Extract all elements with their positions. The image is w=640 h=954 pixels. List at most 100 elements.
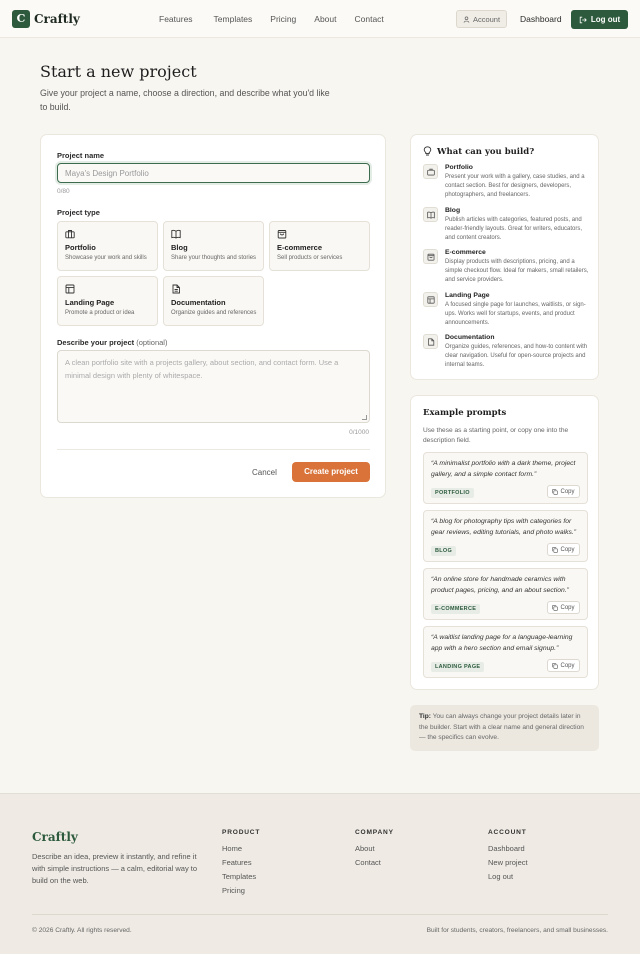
description-counter: 0/1000: [349, 429, 369, 436]
build-item-name: Blog: [445, 207, 461, 214]
page-title: Start a new project: [40, 62, 197, 81]
form-divider: [57, 449, 370, 450]
copy-button[interactable]: Copy: [547, 659, 580, 672]
footer-tagline: Built for students, creators, freelancer…: [426, 927, 608, 934]
footer-link-home[interactable]: Home: [222, 844, 260, 858]
type-option-ecommerce[interactable]: E-commerce Sell products or services: [269, 221, 370, 271]
account-button[interactable]: Account: [456, 10, 507, 28]
copy-button[interactable]: Copy: [547, 485, 580, 498]
build-item-name: E-commerce: [445, 249, 486, 256]
briefcase-icon: [65, 230, 75, 239]
page-subtitle: Give your project a name, choose a direc…: [40, 88, 330, 112]
site-footer: Craftly Describe an idea, preview it ins…: [0, 793, 640, 954]
top-nav-bar: C Craftly Features Templates Pricing Abo…: [0, 0, 640, 38]
footer-link-dashboard[interactable]: Dashboard: [488, 844, 528, 858]
example-prompt[interactable]: “A waitlist landing page for a language-…: [423, 626, 588, 678]
tip-box: Tip: You can always change your project …: [410, 705, 599, 751]
create-project-button[interactable]: Create project: [292, 462, 370, 482]
prompt-text: “A blog for photography tips with catego…: [431, 518, 577, 536]
footer-link-pricing[interactable]: Pricing: [222, 886, 260, 900]
book-icon: [423, 207, 438, 222]
footer-brand[interactable]: Craftly: [32, 830, 78, 844]
type-name: Landing Page: [65, 298, 115, 307]
type-desc: Sell products or services: [277, 255, 343, 261]
description-textarea[interactable]: A clean portfolio site with a projects g…: [57, 350, 370, 423]
build-item-desc: Display products with descriptions, pric…: [445, 259, 589, 284]
footer-link-about[interactable]: About: [355, 844, 394, 858]
type-option-blog[interactable]: Blog Share your thoughts and stories: [163, 221, 264, 271]
type-desc: Showcase your work and skills: [65, 255, 147, 261]
copy-icon: [552, 662, 559, 669]
example-prompt[interactable]: “An online store for handmade ceramics w…: [423, 568, 588, 620]
prompt-text: “A waitlist landing page for a language-…: [431, 634, 573, 652]
type-option-landing-page[interactable]: Landing Page Promote a product or idea: [57, 276, 158, 326]
prompt-tag: E-COMMERCE: [431, 604, 481, 614]
footer-heading: ACCOUNT: [488, 829, 527, 836]
prompt-tag: BLOG: [431, 546, 457, 556]
copy-label: Copy: [560, 604, 575, 611]
prompt-text: “An online store for handmade ceramics w…: [431, 576, 569, 594]
footer-link-contact[interactable]: Contact: [355, 858, 394, 872]
account-label: Account: [472, 14, 501, 24]
footer-column-company: COMPANY About Contact: [355, 829, 394, 872]
copy-icon: [552, 546, 559, 553]
project-type-label: Project type: [57, 208, 100, 217]
build-options-panel: What can you build? Portfolio Present yo…: [410, 134, 599, 380]
logout-icon: [579, 16, 587, 23]
nav-templates[interactable]: Templates: [214, 14, 253, 24]
nav-contact[interactable]: Contact: [355, 14, 384, 24]
prompt-tag: PORTFOLIO: [431, 488, 474, 498]
type-option-documentation[interactable]: Documentation Organize guides and refere…: [163, 276, 264, 326]
book-icon: [171, 229, 181, 239]
logout-button[interactable]: Log out: [571, 10, 628, 29]
footer-divider: [32, 914, 608, 915]
copy-label: Copy: [560, 546, 575, 553]
briefcase-icon: [423, 164, 438, 179]
copy-icon: [552, 488, 559, 495]
build-item-desc: Present your work with a gallery, case s…: [445, 174, 585, 199]
logout-label: Log out: [590, 15, 621, 24]
shopping-bag-icon: [423, 249, 438, 264]
nav-features[interactable]: Features: [159, 14, 193, 24]
brand-name[interactable]: Craftly: [34, 12, 80, 26]
description-label-text: Describe your project: [57, 338, 135, 347]
footer-column-account: ACCOUNT Dashboard New project Log out: [488, 829, 528, 886]
build-item-name: Landing Page: [445, 292, 490, 299]
tip-text: You can always change your project detai…: [419, 713, 584, 741]
type-name: Blog: [171, 243, 188, 252]
main-nav: Features Templates Pricing About Contact: [159, 14, 384, 24]
nav-about[interactable]: About: [314, 14, 336, 24]
example-prompt[interactable]: “A minimalist portfolio with a dark them…: [423, 452, 588, 504]
dashboard-link[interactable]: Dashboard: [520, 14, 562, 24]
nav-pricing[interactable]: Pricing: [270, 14, 296, 24]
logo-badge[interactable]: C: [12, 10, 30, 28]
footer-link-features[interactable]: Features: [222, 858, 260, 872]
example-prompts-panel: Example prompts Use these as a starting …: [410, 395, 599, 690]
prompts-panel-subtitle: Use these as a starting point, or copy o…: [423, 427, 569, 444]
copy-label: Copy: [560, 488, 575, 495]
document-icon: [423, 334, 438, 349]
tip-label: Tip:: [419, 713, 431, 720]
project-name-input[interactable]: Maya's Design Portfolio: [57, 163, 370, 183]
copy-button[interactable]: Copy: [547, 601, 580, 614]
build-item-desc: A focused single page for launches, wait…: [445, 302, 586, 327]
resize-handle[interactable]: [362, 415, 367, 420]
lightbulb-icon: [423, 146, 432, 156]
description-label: Describe your project (optional): [57, 338, 167, 347]
type-desc: Share your thoughts and stories: [171, 255, 257, 261]
shopping-bag-icon: [277, 230, 287, 239]
type-name: Portfolio: [65, 243, 96, 252]
type-name: Documentation: [171, 298, 226, 307]
project-name-counter: 0/80: [57, 188, 70, 195]
footer-link-logout[interactable]: Log out: [488, 872, 528, 886]
copy-button[interactable]: Copy: [547, 543, 580, 556]
copy-label: Copy: [560, 662, 575, 669]
type-desc: Promote a product or idea: [65, 310, 135, 316]
cancel-button[interactable]: Cancel: [252, 468, 277, 477]
type-name: E-commerce: [277, 243, 323, 252]
optional-hint: (optional): [136, 338, 168, 347]
footer-link-templates[interactable]: Templates: [222, 872, 260, 886]
type-option-portfolio[interactable]: Portfolio Showcase your work and skills: [57, 221, 158, 271]
example-prompt[interactable]: “A blog for photography tips with catego…: [423, 510, 588, 562]
footer-link-new-project[interactable]: New project: [488, 858, 528, 872]
